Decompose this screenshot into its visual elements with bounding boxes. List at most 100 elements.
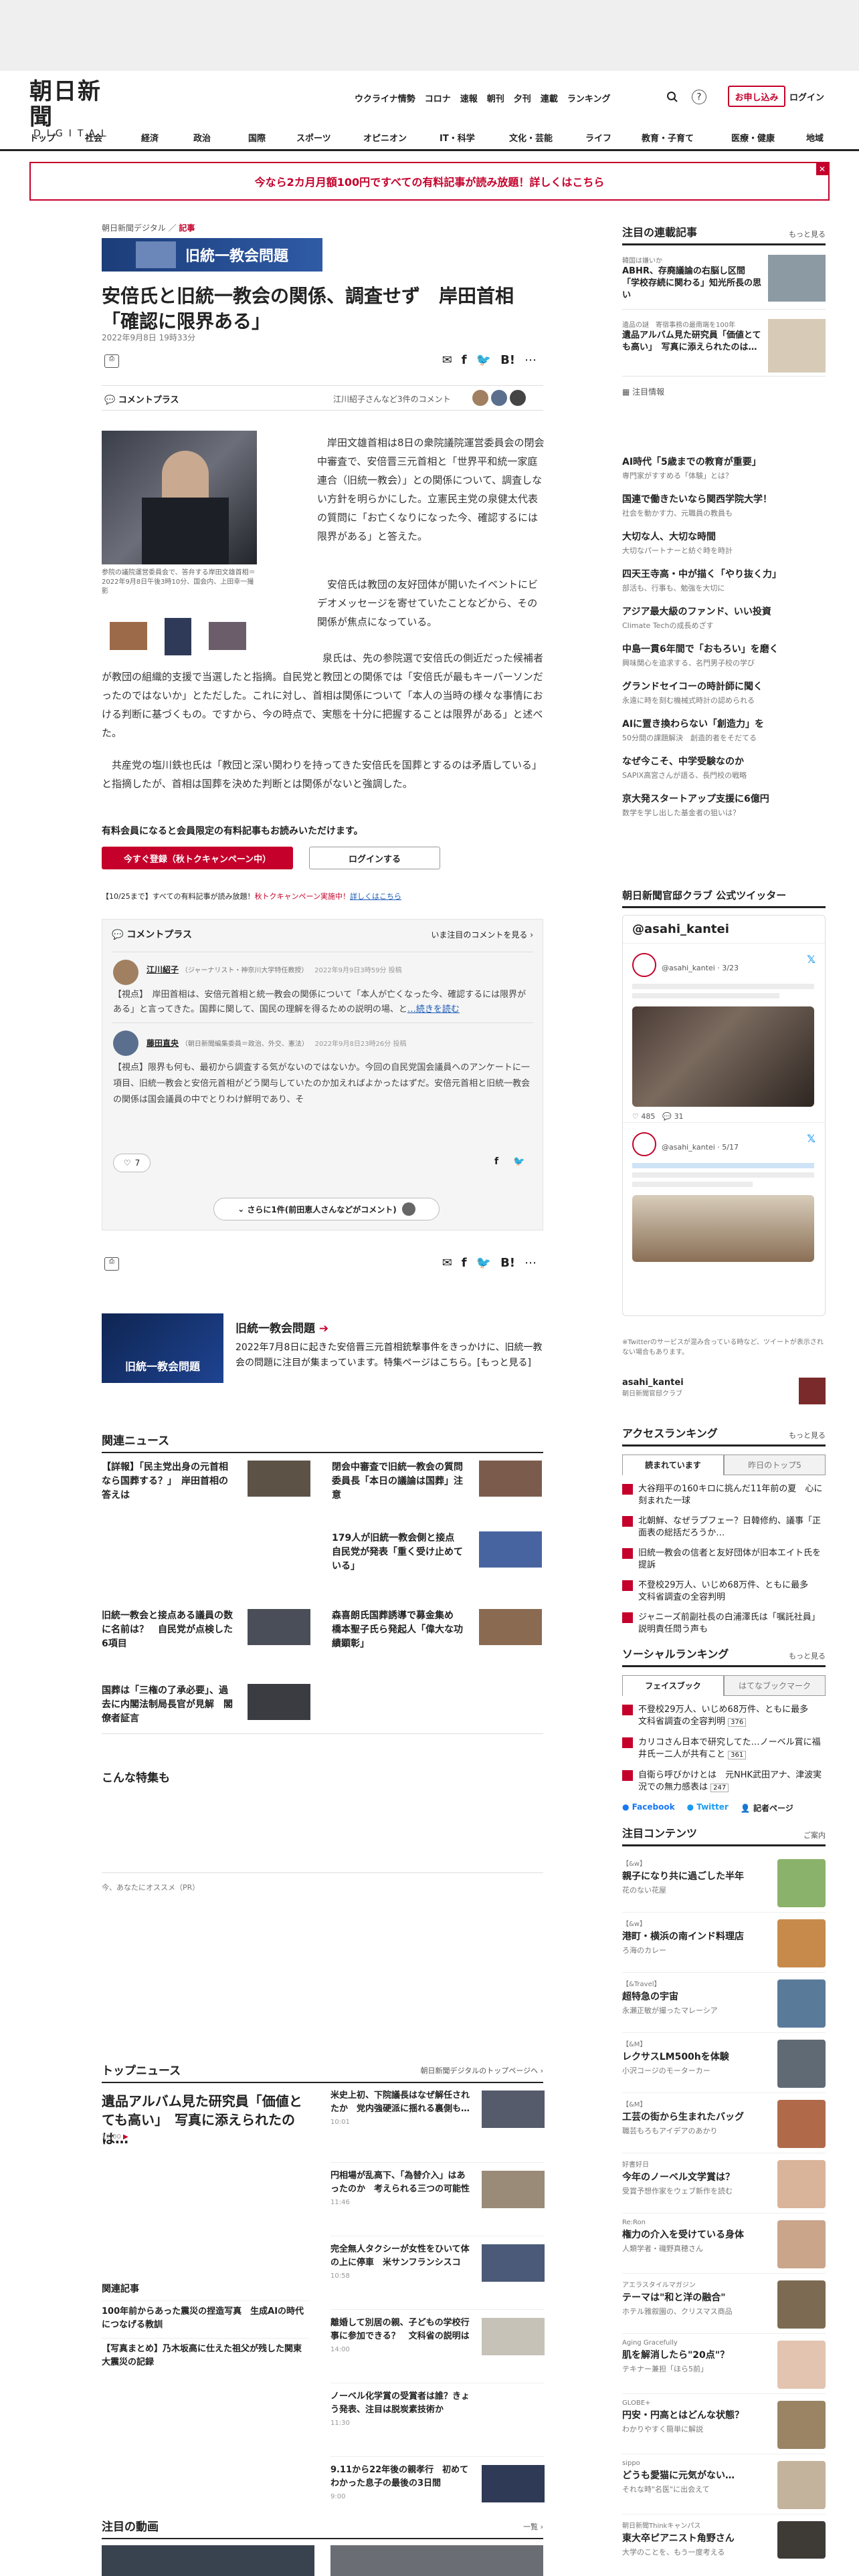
series-more-link[interactable]: もっと見る (789, 229, 826, 239)
search-icon[interactable] (664, 88, 681, 106)
top-news-item[interactable]: 円相場が乱高下、「為替介入」はあったのか 考えられる三つの可能性 11:46 (330, 2163, 545, 2236)
top-news-item[interactable]: 完全無人タクシーが女性をひいて体の上に停車 米サンフランシスコ 10:58 (330, 2236, 545, 2310)
print-icon[interactable]: ⎙ (104, 1257, 119, 1271)
related-news-item[interactable]: 森喜朗氏国葬誘導で募金集め 橋本聖子氏ら発起人「偉大な功績顕彰」 (332, 1609, 463, 1651)
category-link[interactable]: 医療・健康 (731, 131, 806, 144)
category-link[interactable]: IT・科学 (440, 131, 509, 144)
ranking-item[interactable]: 大谷翔平の160キロに挑んだ11年前の夏 心に刻まれた一球 (622, 1483, 826, 1507)
featured-item[interactable]: GLOBE+ 円安・円高とはどんな状態？ わかりやすく簡単に解説 (622, 2394, 826, 2454)
related-article-item[interactable]: 100年前からあった震災の捏造写真 生成AIの時代につなげる教訓 (102, 2300, 309, 2332)
ranking-item[interactable]: 不登校29万人、いじめ68万件、ともに最多 文科省調査の全容判明 (622, 1580, 826, 1604)
category-link[interactable]: 地域 (806, 131, 824, 144)
featured-item[interactable]: 【&M】 レクサスLM500hを体験 小沢コージのモーターカー (622, 2033, 826, 2093)
category-link[interactable]: スポーツ (296, 131, 363, 144)
related-news-item[interactable]: 【詳報】「民主党出身の元首相なら国葬する？」 岸田首相の答えは (102, 1461, 233, 1503)
close-icon[interactable]: ✕ (816, 163, 828, 175)
top-page-link[interactable]: 朝日新聞デジタルのトップページへ › (421, 2065, 543, 2076)
facebook-icon[interactable]: f (494, 1156, 498, 1167)
notice-item[interactable]: AI時代「5歳までの教育が重要」 専門家がすすめる「体験」とは？ (622, 455, 826, 492)
featured-guide-link[interactable]: ご案内 (803, 1830, 826, 1840)
tweet[interactable]: @asahi_kantei · 5/17 𝕏 (623, 1123, 825, 1297)
featured-item[interactable]: 朝日新聞Thinkキャンパス 東大卒ピアニスト角野さん 大学のことを、もう一度考える (622, 2514, 826, 2575)
facebook-icon[interactable]: f (462, 1256, 467, 1270)
tweet-image[interactable] (632, 1195, 814, 1262)
category-link[interactable]: 文化・芸能 (509, 131, 585, 144)
comment-plus-bar[interactable]: 💬 コメントプラス 江川紹子さんなど3件のコメント (102, 385, 543, 411)
category-link[interactable]: トップ (29, 131, 85, 144)
related-news-thumb[interactable] (479, 1531, 542, 1568)
featured-item[interactable]: Re:Ron 権力の介入を受けている身体 人類学者・磯野真穂さん (622, 2214, 826, 2274)
comment-author-name[interactable]: 藤田直央 (147, 1039, 179, 1048)
category-link[interactable]: 国際 (248, 131, 296, 144)
campaign-details-link[interactable]: 詳しくはこちら (350, 892, 401, 901)
top-link[interactable]: コロナ (425, 92, 451, 104)
featured-item[interactable]: Aging Gracefully 肌を解消したら"20点"？ テキナー兼担「ほら5前… (622, 2334, 826, 2394)
top-news-item[interactable]: ノーベル化学賞の受賞者は誰？きょう発表、注目は脱炭素技術か 11:30 (330, 2383, 545, 2457)
register-button[interactable]: 今すぐ登録（秋トクキャンペーン中） (102, 847, 293, 869)
tab-yesterday-top5[interactable]: 昨日のトップ5 (724, 1455, 826, 1475)
paywall-login-button[interactable]: ログインする (309, 847, 440, 869)
related-news-item[interactable]: 179人が旧統一教会側と接点 自民党が発表「重く受け止めている」 (332, 1531, 464, 1574)
top-link[interactable]: 朝刊 (487, 92, 504, 104)
login-button[interactable]: ログイン (789, 86, 824, 107)
category-link[interactable]: オピニオン (363, 131, 440, 144)
social-more-link[interactable]: もっと見る (789, 1650, 826, 1661)
category-link[interactable]: ライフ (585, 131, 642, 144)
facebook-link[interactable]: ● Facebook (622, 1802, 675, 1814)
related-news-thumb[interactable] (248, 1461, 310, 1497)
notice-item[interactable]: 国連で働きたいなら関西学院大学！ 社会を動かす力、元職員の教員も (622, 492, 826, 530)
hatena-icon[interactable]: B! (500, 1256, 515, 1270)
top-link[interactable]: ランキング (567, 92, 611, 104)
featured-item[interactable]: 好書好日 今年のノーベル文学賞は？ 受賞予想作家をウェブ新作を読む (622, 2153, 826, 2214)
top-news-lead[interactable]: 遺品アルバム見た研究員「価値とても高い」 写真に添えられたのは… (102, 2092, 309, 2148)
article-photo[interactable] (102, 431, 257, 564)
top-news-item[interactable]: 米史上初、下院議長はなぜ解任されたか 党内強硬派に揺れる裏側も… 10:01 (330, 2089, 545, 2163)
series-rail-item[interactable]: 遺品の謎 寄宿事務の最南端を100年 遺品アルバム見た研究員「価値とても高い」 … (622, 310, 826, 377)
tweet[interactable]: @asahi_kantei · 3/23 𝕏 ♡ 485 💬 31 (623, 944, 825, 1123)
twitter-icon[interactable]: 🐦 (476, 1256, 491, 1270)
ranking-item[interactable]: 不登校29万人、いじめ68万件、ともに最多 文科省調査の全容判明 376 (622, 1704, 826, 1729)
read-more-link[interactable]: …続きを読む (407, 1004, 460, 1014)
featured-comments-link[interactable]: いま注目のコメントを見る › (431, 929, 533, 940)
series-promo-image[interactable]: 旧統一教会問題 (102, 1313, 223, 1383)
promo-banner[interactable]: 今なら2カ月月額100円ですべての有料記事が読み放題！詳しくはこちら ✕ (29, 162, 830, 201)
top-link[interactable]: 連載 (541, 92, 558, 104)
category-link[interactable]: 社会 (85, 131, 141, 144)
more-icon[interactable]: ⋯ (524, 1256, 537, 1270)
ranking-item[interactable]: カリコさん日本で研究してた…ノーベル賞に福井氏ー二人が共有こと 361 (622, 1737, 826, 1761)
featured-item[interactable]: 【&w】 親子になり共に過ごした半年 花のない花屋 (622, 1852, 826, 1913)
related-article-item[interactable]: 【写真まとめ】乃木坂高に仕えた祖父が残した関東大震災の記録 (102, 2338, 309, 2369)
ranking-item[interactable]: ジャニーズ前副社長の白浦澤氏は「嘱託社員」 説明責任問う声も (622, 1612, 826, 1636)
site-logo[interactable]: 朝日新聞 DIGITAL (29, 79, 116, 139)
notice-item[interactable]: AIに置き換わらない「創造力」を 50分間の課題解決 創造的者をそだてる (622, 717, 826, 754)
related-news-item[interactable]: 旧統一教会と接点ある議員の数に名前は？ 自民党が点検した6項目 (102, 1609, 233, 1651)
twitter-icon[interactable]: 🐦 (476, 353, 491, 367)
featured-item[interactable]: 【&w】 港町・横浜の南インド料理店 ろ海のカレー (622, 1913, 826, 1973)
avatar[interactable] (113, 1031, 138, 1056)
series-rail-item[interactable]: 韓国は嫌いか ABHR、存廃議論の右脳し区間「学校存続に関わる」知光所長の思い (622, 245, 826, 310)
ranking-item[interactable]: 旧統一教会の信者と友好団体が旧本エイト氏を提訴 (622, 1547, 826, 1572)
featured-item[interactable]: 【&M】 工芸の街から生まれたバッグ 職芸もろもアイデアのあかり (622, 2093, 826, 2153)
related-news-thumb[interactable] (248, 1684, 310, 1720)
tab-most-read[interactable]: 読まれています (622, 1455, 724, 1475)
notice-item[interactable]: 大切な人、大切な時間 大切なパートナーと紡ぐ時を時計 (622, 530, 826, 567)
twitter-link[interactable]: ● Twitter (687, 1802, 729, 1814)
tweet-image[interactable] (632, 1006, 814, 1107)
notice-item[interactable]: アジア最大級のファンド、いい投資 Climate Techの成長めざす (622, 605, 826, 642)
print-icon[interactable]: ⎙ (104, 354, 119, 368)
ranking-item[interactable]: 自衛ら呼びかけとは 元NHK武田アナ、津波実況での無力感表は 247 (622, 1769, 826, 1794)
photo-thumbnail[interactable] (110, 622, 147, 650)
category-link[interactable]: 教育・子育て (642, 131, 731, 144)
tab-facebook[interactable]: フェイスブック (622, 1675, 724, 1696)
video-thumb[interactable] (330, 2545, 543, 2576)
notice-item[interactable]: 四天王寺高・中が描く「やり抜く力」 部活も、行事も、勉強を大切に (622, 567, 826, 605)
twitter-handle[interactable]: @asahi_kantei (623, 916, 825, 944)
like-button[interactable]: ♡ 7 (113, 1154, 151, 1172)
notice-item[interactable]: 京大発スタートアップ支援に6億円 数学を学し出した基金者の狙いは？ (622, 792, 826, 829)
comment-author-name[interactable]: 江川紹子 (147, 965, 179, 974)
facebook-icon[interactable]: f (462, 353, 467, 367)
ranking-item[interactable]: 北朝鮮、なぜラプフェー？日韓修約、議事「正面表の総括だろうか… (622, 1515, 826, 1539)
twitter-icon[interactable]: 🐦 (513, 1156, 524, 1167)
top-link[interactable]: ウクライナ情勢 (355, 92, 415, 104)
breadcrumb-site[interactable]: 朝日新聞デジタル (102, 223, 166, 233)
